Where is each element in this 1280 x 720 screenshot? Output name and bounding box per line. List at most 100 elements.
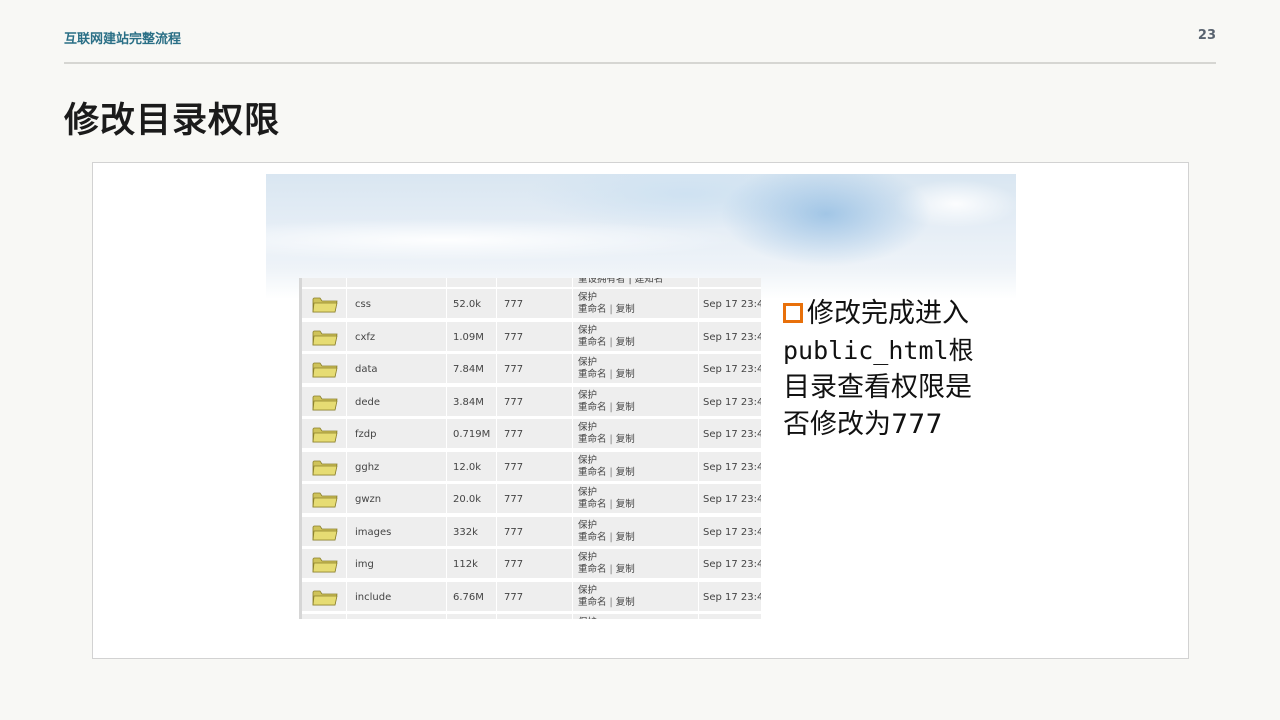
action-separator: | <box>609 369 613 380</box>
folder-cell[interactable] <box>302 484 346 515</box>
folder-icon <box>312 297 338 313</box>
folder-icon <box>312 460 338 475</box>
folder-icon <box>312 492 338 508</box>
file-name[interactable]: cxfz <box>346 321 446 353</box>
protect-link[interactable]: 保护 <box>578 487 698 499</box>
protect-link[interactable]: 保护 <box>578 357 698 369</box>
copy-link[interactable]: 复制 <box>616 597 635 608</box>
protect-link[interactable]: 保护 <box>578 325 698 337</box>
file-name[interactable]: gghz <box>346 451 446 483</box>
copy-link[interactable]: 复制 <box>616 467 635 478</box>
row-actions: 保护 <box>572 614 698 619</box>
file-name[interactable]: data <box>346 354 446 385</box>
header-divider <box>64 62 1216 64</box>
row-actions[interactable]: 重设拥有者 | 建知名 <box>572 278 698 289</box>
protect-link[interactable]: 保护 <box>578 455 698 467</box>
copy-link[interactable]: 复制 <box>616 337 635 348</box>
protect-link[interactable]: 保护 <box>578 390 698 402</box>
protect-link[interactable]: 保护 <box>578 292 698 304</box>
copy-link[interactable]: 复制 <box>616 499 635 510</box>
folder-icon <box>312 557 338 573</box>
rename-link[interactable]: 重命名 <box>578 434 607 445</box>
folder-icon <box>312 525 338 540</box>
row-actions: 保护 重命名 | 复制 <box>572 419 698 450</box>
file-name[interactable]: include <box>346 581 446 613</box>
rename-link[interactable]: 重命名 <box>578 499 607 510</box>
action-separator: | <box>609 401 613 413</box>
file-date: Sep 17 23:4 <box>698 354 761 385</box>
folder-icon <box>312 590 338 605</box>
file-permission: 777 <box>496 386 572 418</box>
folder-cell[interactable] <box>302 419 346 450</box>
rename-link[interactable]: 重命名 <box>578 597 607 608</box>
file-name[interactable]: images <box>346 516 446 548</box>
table-row: img 112k 777 保护 重命名 | 复制 Sep 17 23:4 <box>302 549 761 580</box>
file-date: Sep 17 23:4 <box>698 451 761 483</box>
file-name[interactable]: img <box>346 549 446 580</box>
file-name[interactable]: gwzn <box>346 484 446 515</box>
copy-link[interactable]: 复制 <box>616 402 635 413</box>
file-permission: 777 <box>496 516 572 548</box>
rename-link[interactable]: 重命名 <box>578 532 607 543</box>
protect-link[interactable]: 保护 <box>578 520 698 532</box>
folder-icon <box>312 427 338 443</box>
rename-link[interactable]: 重命名 <box>578 369 607 380</box>
folder-icon <box>312 362 338 378</box>
folder-cell[interactable] <box>302 582 346 613</box>
folder-cell[interactable] <box>302 387 346 418</box>
file-permission: 777 <box>496 321 572 353</box>
file-name[interactable]: css <box>346 289 446 320</box>
file-date: Sep 17 23:4 <box>698 321 761 353</box>
folder-cell[interactable] <box>302 354 346 385</box>
table-row: css 52.0k 777 保护 重命名 | 复制 Sep 17 23:4 <box>302 289 761 320</box>
protect-link[interactable]: 保护 <box>578 552 698 564</box>
folder-cell[interactable] <box>302 549 346 580</box>
file-permission: 777 <box>496 419 572 450</box>
folder-cell[interactable] <box>302 322 346 353</box>
row-actions: 保护 重命名 | 复制 <box>572 581 698 613</box>
table-row: data 7.84M 777 保护 重命名 | 复制 Sep 17 23:4 <box>302 354 761 385</box>
file-date: Sep 17 23:4 <box>698 289 761 320</box>
rename-link[interactable]: 重命名 <box>578 564 607 575</box>
slide-title: 修改目录权限 <box>64 101 281 141</box>
file-name[interactable]: fzdp <box>346 419 446 450</box>
copy-link[interactable]: 复制 <box>616 369 635 380</box>
table-row: images 332k 777 保护 重命名 | 复制 Sep 17 23:4 <box>302 516 761 548</box>
action-separator: | <box>609 304 613 315</box>
rename-link[interactable]: 重命名 <box>578 402 607 413</box>
folder-cell[interactable] <box>302 614 346 619</box>
file-size: 1.09M <box>446 321 496 353</box>
row-actions: 保护 重命名 | 复制 <box>572 321 698 353</box>
protect-link[interactable]: 保护 <box>578 422 698 434</box>
copy-link[interactable]: 复制 <box>616 304 635 315</box>
file-date: Sep 17 23:4 <box>698 419 761 450</box>
folder-cell[interactable] <box>302 517 346 548</box>
folder-cell[interactable] <box>302 452 346 483</box>
table-row: gwzn 20.0k 777 保护 重命名 | 复制 Sep 17 23:4 <box>302 484 761 515</box>
file-permission: 777 <box>496 354 572 385</box>
action-separator: | <box>609 596 613 608</box>
copy-link[interactable]: 复制 <box>616 434 635 445</box>
rename-link[interactable]: 重命名 <box>578 467 607 478</box>
folder-cell[interactable] <box>302 289 346 320</box>
file-permission: 777 <box>496 451 572 483</box>
file-table: 重设拥有者 | 建知名 css 52.0k 777 保护 重命名 | 复制 Sep 17 23… <box>299 278 761 619</box>
header-title: 互联网建站完整流程 <box>64 32 182 47</box>
rename-link[interactable]: 重命名 <box>578 304 607 315</box>
copy-link[interactable]: 复制 <box>616 532 635 543</box>
file-permission: 777 <box>496 549 572 580</box>
file-name[interactable]: dede <box>346 386 446 418</box>
action-separator: | <box>609 434 613 445</box>
action-separator: | <box>609 531 613 543</box>
row-actions: 保护 重命名 | 复制 <box>572 386 698 418</box>
file-date: Sep 17 23:4 <box>698 516 761 548</box>
file-size: 0.719M <box>446 419 496 450</box>
table-row: include 6.76M 777 保护 重命名 | 复制 Sep 17 23:4 <box>302 581 761 613</box>
copy-link[interactable]: 复制 <box>616 564 635 575</box>
file-size: 7.84M <box>446 354 496 385</box>
protect-link[interactable]: 保护 <box>578 585 698 597</box>
table-row: fzdp 0.719M 777 保护 重命名 | 复制 Sep 17 23:4 <box>302 419 761 450</box>
protect-link[interactable]: 保护 <box>578 617 698 619</box>
file-permission: 777 <box>496 484 572 515</box>
rename-link[interactable]: 重命名 <box>578 337 607 348</box>
